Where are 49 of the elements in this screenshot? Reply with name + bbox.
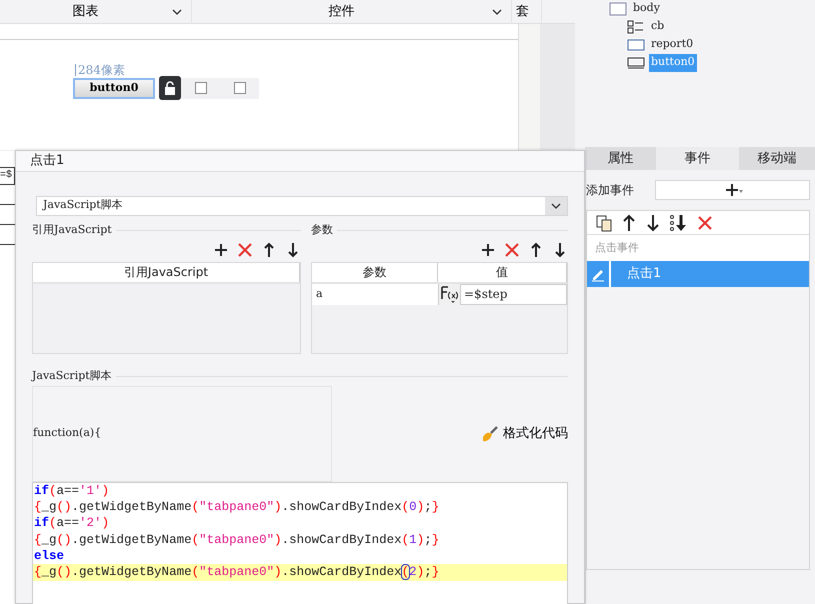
type-select[interactable]: JavaScript脚本 [36,196,568,216]
delete-icon[interactable] [504,242,520,258]
column-header: 参数 [312,262,438,282]
checkbox-group-icon [627,20,645,34]
ruler-label: 284像素 [75,64,125,76]
unlocked-icon [164,81,176,95]
move-bottom-icon[interactable] [669,214,689,232]
button-icon [627,56,645,70]
value-field[interactable]: =$step [460,284,567,304]
widget-button[interactable]: button0 [73,78,155,98]
column-header: 引用JavaScript [33,262,300,282]
plus-icon[interactable] [213,242,229,258]
report-icon [627,38,645,52]
tree-item[interactable]: report0 [649,36,696,54]
section-title: JavaScript脚本 [32,368,112,384]
tree-item[interactable]: body [631,0,662,18]
lock-button[interactable] [159,76,181,100]
panel-tab[interactable]: 事件 [656,147,739,170]
code-signature: function(a){ [33,425,102,442]
panel-tab[interactable]: 属性 [585,147,656,170]
code-line: {_g().getWidgetByName("tabpane0").showCardByIndex(0);} [33,498,440,516]
arrow-up-icon[interactable] [621,214,637,232]
formula-button[interactable] [438,284,460,304]
section-title: 参数 [311,222,333,238]
section-title: 引用JavaScript [32,222,112,238]
code-line: else [33,548,66,564]
column-header: 值 [438,262,567,282]
checkbox[interactable] [194,82,206,94]
code-line: if(a=='2') [33,515,110,532]
delete-icon[interactable] [697,214,713,230]
plus-icon[interactable] [480,242,496,258]
add-event-label: 添加事件 [586,182,634,199]
checkbox[interactable] [234,82,246,94]
panel-tab[interactable]: 移动端 [739,147,815,170]
broom-icon [481,424,499,442]
code-line: if(a=='1') [33,482,110,499]
table-cell-text: a [315,286,324,302]
formula-icon [439,284,459,304]
list-header: 点击事件 [595,240,639,256]
panel-icon [609,2,627,16]
vertical-scrollbar[interactable] [518,24,540,150]
copy-icon[interactable] [595,214,613,232]
arrow-down-icon[interactable] [645,214,661,232]
format-code-button[interactable]: 格式化代码 [481,424,568,444]
tree-item[interactable]: cb [649,18,666,36]
code-line: {_g().getWidgetByName("tabpane0").showCardByIndex(1);} [33,532,440,548]
code-editor[interactable]: if(a=='1') {_g().getWidgetByName("tabpane0").showCardByIndex(0);} if(a=='2') {_g().getWidgetByName("tabpane0").showCardByIndex(1);} else {_g().getWidgetByName("tabpane0").showCardByIndex(2);} [32,482,568,604]
delete-icon[interactable] [237,242,253,258]
dialog-title: 点击1 [30,152,64,170]
